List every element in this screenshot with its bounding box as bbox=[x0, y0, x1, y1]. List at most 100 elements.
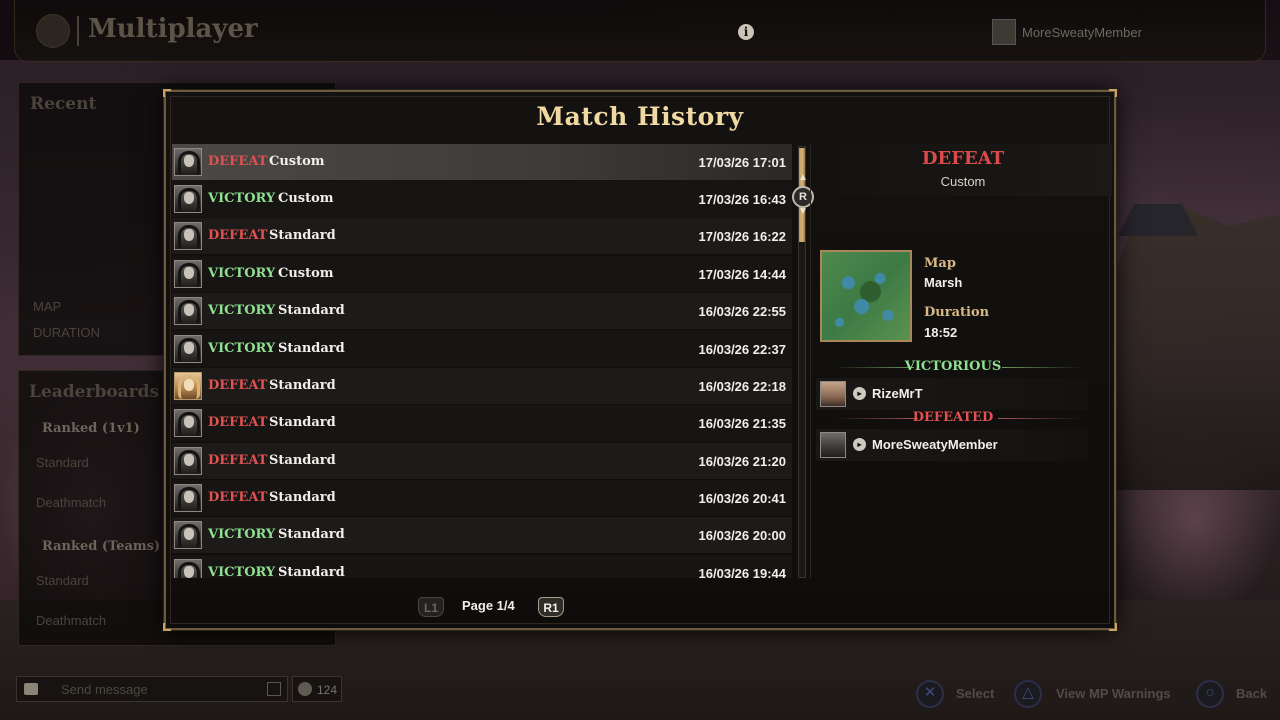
player-row-defeated[interactable]: ▸ MoreSweatyMember bbox=[816, 429, 1088, 461]
detail-duration-label: Duration bbox=[924, 305, 990, 320]
recent-map-label: MAP bbox=[33, 299, 62, 314]
match-list[interactable]: DEFEAT Custom 17/03/26 17:01 VICTORY Cus… bbox=[172, 144, 794, 578]
match-row[interactable]: DEFEAT Standard 17/03/26 16:22 bbox=[172, 218, 792, 254]
corner-ornament bbox=[163, 623, 171, 631]
player-avatar-icon bbox=[174, 409, 202, 437]
player-avatar-icon bbox=[820, 381, 846, 407]
online-players-pill[interactable]: 124 bbox=[292, 676, 342, 702]
playstation-icon: ▸ bbox=[853, 438, 866, 451]
detail-map-label: Map bbox=[924, 256, 956, 271]
ranked-1v1-heading: Ranked (1v1) bbox=[42, 421, 140, 436]
modal-title: Match History bbox=[536, 102, 744, 131]
match-row[interactable]: VICTORY Standard 16/03/26 20:00 bbox=[172, 517, 792, 553]
match-date: 16/03/26 21:35 bbox=[698, 416, 786, 431]
match-result: VICTORY bbox=[208, 303, 276, 318]
match-row[interactable]: DEFEAT Standard 16/03/26 21:20 bbox=[172, 443, 792, 479]
ranked-teams-deathmatch[interactable]: Deathmatch bbox=[36, 613, 106, 628]
match-mode: Standard bbox=[278, 341, 345, 356]
ranked-teams-heading: Ranked (Teams) bbox=[42, 539, 161, 554]
match-date: 17/03/26 14:44 bbox=[698, 267, 786, 282]
chat-input-placeholder[interactable]: Send message bbox=[61, 682, 148, 697]
match-mode: Standard bbox=[278, 303, 345, 318]
recent-duration-label: DURATION bbox=[33, 325, 100, 340]
corner-ornament bbox=[1109, 89, 1117, 97]
player-avatar-icon bbox=[820, 432, 846, 458]
players-icon bbox=[298, 682, 312, 696]
match-date: 16/03/26 22:37 bbox=[698, 342, 786, 357]
next-page-button[interactable]: R1 bbox=[538, 597, 564, 617]
match-result: DEFEAT bbox=[208, 378, 268, 393]
scroll-up-icon: ▲ bbox=[798, 172, 808, 183]
match-result: DEFEAT bbox=[208, 490, 268, 505]
player-avatar-icon bbox=[174, 521, 202, 549]
match-result: DEFEAT bbox=[208, 453, 268, 468]
page-indicator: Page 1/4 bbox=[462, 598, 515, 613]
detail-map-value: Marsh bbox=[924, 275, 963, 290]
match-row[interactable]: VICTORY Standard 16/03/26 22:37 bbox=[172, 331, 792, 367]
match-date: 16/03/26 20:41 bbox=[698, 491, 786, 506]
match-row[interactable]: VICTORY Custom 17/03/26 14:44 bbox=[172, 256, 792, 292]
match-result: DEFEAT bbox=[208, 228, 268, 243]
detail-duration-value: 18:52 bbox=[924, 325, 958, 340]
detail-mode: Custom bbox=[940, 174, 986, 189]
match-mode: Standard bbox=[278, 527, 345, 542]
match-row[interactable]: VICTORY Standard 16/03/26 19:44 bbox=[172, 555, 792, 578]
match-mode: Custom bbox=[278, 266, 334, 281]
match-row[interactable]: DEFEAT Standard 16/03/26 21:35 bbox=[172, 405, 792, 441]
player-avatar-icon bbox=[174, 185, 202, 213]
match-history-modal: Match History DEFEAT Custom 17/03/26 17:… bbox=[163, 89, 1117, 631]
match-result: VICTORY bbox=[208, 527, 276, 542]
match-result: VICTORY bbox=[208, 565, 276, 578]
match-row[interactable]: VICTORY Standard 16/03/26 22:55 bbox=[172, 293, 792, 329]
prev-page-button[interactable]: L1 bbox=[418, 597, 444, 617]
match-date: 16/03/26 22:55 bbox=[698, 304, 786, 319]
match-row[interactable]: DEFEAT Standard 16/03/26 20:41 bbox=[172, 480, 792, 516]
match-row[interactable]: DEFEAT Custom 17/03/26 17:01 bbox=[172, 144, 792, 180]
info-icon[interactable]: i bbox=[738, 24, 754, 40]
player-row-victorious[interactable]: ▸ RizeMrT bbox=[816, 378, 1088, 410]
player-avatar-icon bbox=[174, 297, 202, 325]
user-name[interactable]: MoreSweatyMember bbox=[1022, 25, 1142, 40]
recent-heading: Recent bbox=[30, 94, 97, 114]
match-result: VICTORY bbox=[208, 266, 276, 281]
player-avatar-icon bbox=[174, 222, 202, 250]
chat-bar[interactable]: Send message bbox=[16, 676, 288, 702]
user-avatar[interactable] bbox=[992, 19, 1016, 45]
match-detail-panel: DEFEAT Custom Map Marsh Duration 18:52 V… bbox=[814, 144, 1112, 578]
player-avatar-icon bbox=[174, 372, 202, 400]
victorious-divider-right bbox=[1002, 367, 1082, 368]
playstation-icon: ▸ bbox=[853, 387, 866, 400]
hint-back-label: Back bbox=[1236, 686, 1268, 701]
title-separator bbox=[77, 16, 79, 46]
player-avatar-icon bbox=[174, 447, 202, 475]
match-mode: Standard bbox=[269, 415, 336, 430]
leaderboards-heading: Leaderboards bbox=[29, 382, 160, 402]
match-result: DEFEAT bbox=[208, 154, 268, 169]
chat-icon bbox=[24, 683, 38, 695]
match-row[interactable]: VICTORY Custom 17/03/26 16:43 bbox=[172, 181, 792, 217]
send-icon[interactable] bbox=[267, 682, 281, 696]
corner-ornament bbox=[163, 89, 171, 97]
ranked-1v1-deathmatch[interactable]: Deathmatch bbox=[36, 495, 106, 510]
player-avatar-icon bbox=[174, 148, 202, 176]
match-row[interactable]: DEFEAT Standard 16/03/26 22:18 bbox=[172, 368, 792, 404]
player-name: RizeMrT bbox=[872, 386, 923, 401]
online-count: 124 bbox=[317, 683, 338, 697]
match-date: 17/03/26 16:22 bbox=[698, 229, 786, 244]
match-mode: Standard bbox=[269, 228, 336, 243]
scroll-down-icon: ▼ bbox=[798, 206, 808, 217]
detail-result: DEFEAT bbox=[921, 148, 1005, 169]
page-title: Multiplayer bbox=[88, 14, 258, 44]
match-date: 17/03/26 17:01 bbox=[698, 155, 786, 170]
triangle-symbol-icon: △ bbox=[1022, 684, 1034, 701]
ranked-teams-standard[interactable]: Standard bbox=[36, 573, 89, 588]
player-name: MoreSweatyMember bbox=[872, 437, 998, 452]
ranked-1v1-standard[interactable]: Standard bbox=[36, 455, 89, 470]
player-avatar-icon bbox=[174, 335, 202, 363]
match-mode: Standard bbox=[269, 453, 336, 468]
game-emblem-icon bbox=[36, 14, 70, 48]
match-result: VICTORY bbox=[208, 341, 276, 356]
player-avatar-icon bbox=[174, 559, 202, 578]
player-avatar-icon bbox=[174, 484, 202, 512]
circle-symbol-icon: ○ bbox=[1205, 684, 1215, 701]
